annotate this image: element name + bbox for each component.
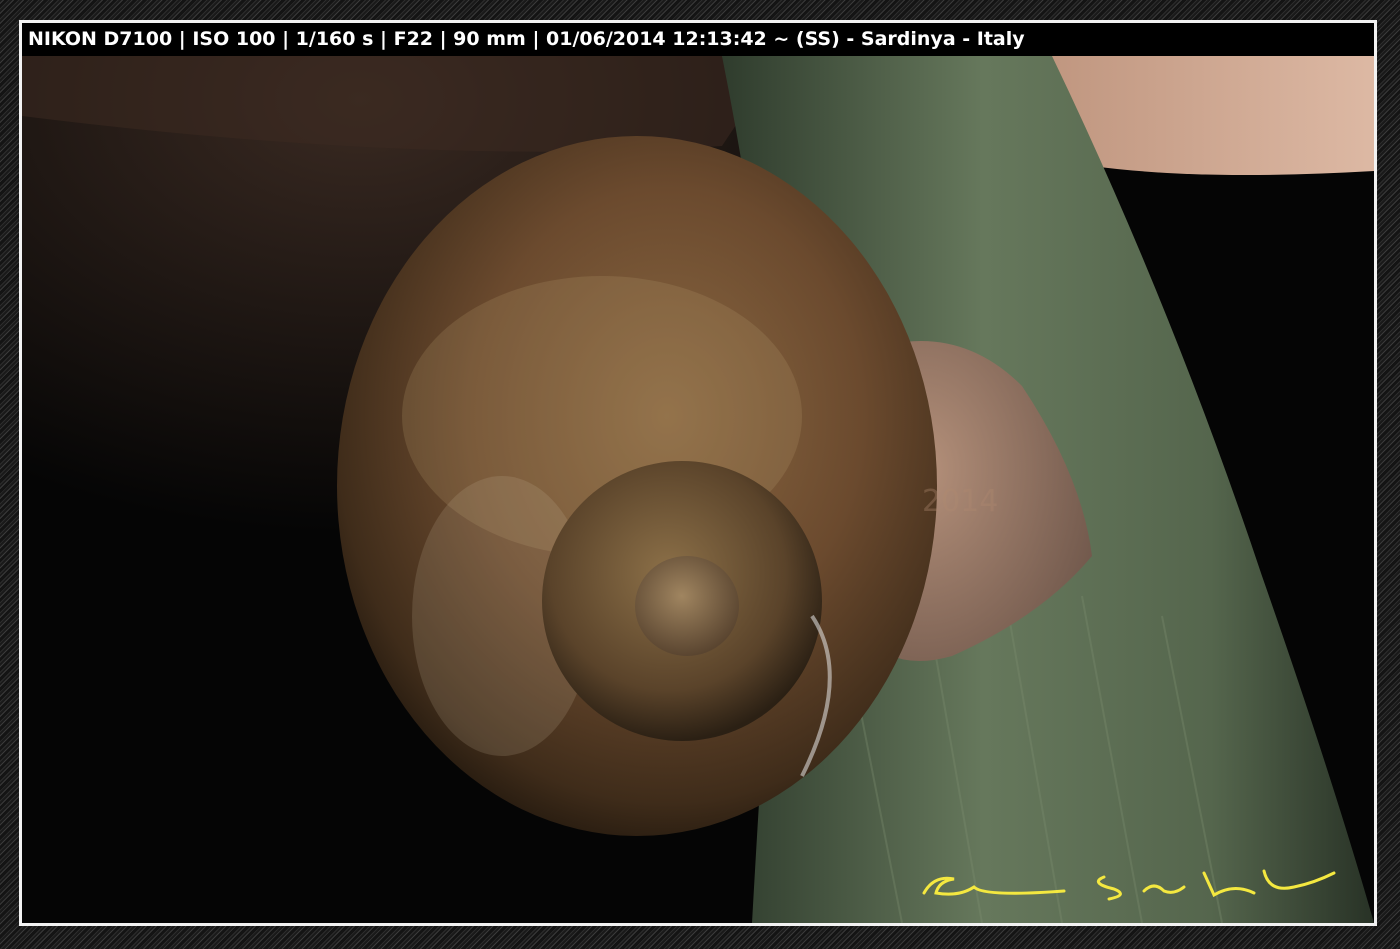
- exif-caption: NIKON D7100 | ISO 100 | 1/160 s | F22 | …: [22, 23, 1374, 56]
- photo-frame: NIKON D7100 | ISO 100 | 1/160 s | F22 | …: [0, 0, 1400, 949]
- snail-photo: 2014: [22, 56, 1374, 923]
- photo-border: NIKON D7100 | ISO 100 | 1/160 s | F22 | …: [19, 20, 1377, 926]
- watermark-text: 2014: [922, 484, 998, 519]
- signature-graphic: [922, 869, 1336, 901]
